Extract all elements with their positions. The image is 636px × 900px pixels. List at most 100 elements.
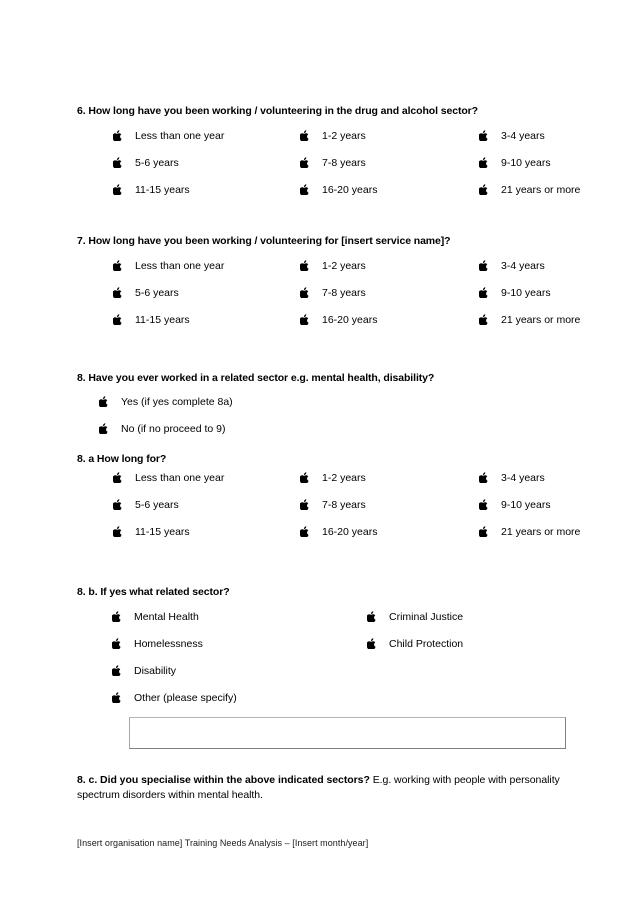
apple-logo-bullet-icon [113,499,122,510]
option-label: 3-4 years [501,472,545,484]
option-label: 1-2 years [322,130,366,143]
question-7-heading: 7. How long have you been working / volu… [77,235,451,247]
option-label: 3-4 years [501,260,545,273]
option-item[interactable]: 5-6 years [113,157,300,185]
option-label: 21 years or more [501,184,581,197]
question-8-heading: 8. Have you ever worked in a related sec… [77,372,435,384]
option-item[interactable]: Less than one year [113,472,300,500]
option-item[interactable]: 11-15 years [113,526,300,554]
apple-logo-bullet-icon [479,314,488,326]
apple-logo-bullet-icon [300,472,309,483]
option-item[interactable]: 21 years or more [479,314,580,342]
option-item[interactable]: 9-10 years [479,499,580,527]
option-item[interactable]: Less than one year [113,260,300,288]
option-item[interactable]: 9-10 years [479,287,580,315]
question-6-heading: 6. How long have you been working / volu… [77,105,478,117]
option-item[interactable]: 16-20 years [300,314,479,342]
page-footer: [Insert organisation name] Training Need… [77,838,576,850]
option-item[interactable]: 7-8 years [300,499,479,527]
option-item[interactable]: Child Protection [367,638,576,666]
question-8a-heading: 8. a How long for? [77,453,167,465]
option-item-no[interactable]: No (if no proceed to 9) [99,423,576,451]
apple-logo-bullet-icon [300,314,309,326]
option-label: Other (please specify) [134,692,237,705]
apple-logo-bullet-icon [300,184,309,196]
apple-logo-bullet-icon [300,526,309,537]
option-label: Mental Health [134,611,199,624]
option-label: No (if no proceed to 9) [121,423,226,436]
option-label: 9-10 years [501,157,551,170]
option-item[interactable]: 1-2 years [300,130,479,158]
apple-logo-bullet-icon [479,130,488,142]
apple-logo-bullet-icon [112,665,121,677]
apple-logo-bullet-icon [113,260,122,272]
option-item[interactable]: 1-2 years [300,260,479,288]
other-specify-field-wrap [129,717,566,749]
option-item[interactable]: 3-4 years [479,472,580,500]
option-label: 1-2 years [322,472,366,484]
apple-logo-bullet-icon [113,130,122,142]
apple-logo-bullet-icon [300,157,309,169]
option-label: 7-8 years [322,499,366,511]
option-item-yes[interactable]: Yes (if yes complete 8a) [99,396,576,424]
option-label: 7-8 years [322,157,366,170]
option-label: 9-10 years [501,287,551,300]
option-label: Criminal Justice [389,611,464,624]
option-label: 16-20 years [322,314,378,327]
option-label: Less than one year [135,472,225,484]
option-label: 1-2 years [322,260,366,273]
option-label: 5-6 years [135,499,179,511]
apple-logo-bullet-icon [99,423,108,435]
option-item[interactable]: 5-6 years [113,499,300,527]
option-item[interactable]: 9-10 years [479,157,580,185]
option-item[interactable]: Disability [112,665,367,693]
question-8b-options: Mental Health Criminal Justice Homelessn… [77,611,576,720]
question-8b-block: 8. b. If yes what related sector? Mental… [77,585,576,720]
option-item[interactable]: 21 years or more [479,526,580,554]
apple-logo-bullet-icon [479,260,488,272]
option-label: Less than one year [135,260,225,273]
question-8a-options: Less than one year 1-2 years 3-4 years 5… [77,472,580,554]
document-page: 6. How long have you been working / volu… [0,0,636,900]
question-8c-bold-part: 8. c. Did you specialise within the abov… [77,774,370,786]
option-label: Disability [134,665,177,678]
option-item[interactable]: Criminal Justice [367,611,576,639]
option-label: 9-10 years [501,499,551,511]
option-spacer [367,666,576,693]
option-item[interactable]: Homelessness [112,638,367,666]
option-label: Homelessness [134,638,203,651]
option-item[interactable]: 7-8 years [300,157,479,185]
option-item[interactable]: 1-2 years [300,472,479,500]
other-specify-input[interactable] [129,717,566,749]
apple-logo-bullet-icon [479,184,488,196]
option-item[interactable]: 11-15 years [113,314,300,342]
option-item[interactable]: 16-20 years [300,526,479,554]
option-item[interactable]: 21 years or more [479,184,581,212]
apple-logo-bullet-icon [300,287,309,299]
apple-logo-bullet-icon [113,314,122,326]
option-item[interactable]: 16-20 years [300,184,479,212]
option-label: 11-15 years [135,526,190,538]
option-label: Yes (if yes complete 8a) [121,396,233,409]
option-item[interactable]: Mental Health [112,611,367,639]
option-item[interactable]: Less than one year [113,130,300,158]
option-label: 16-20 years [322,526,378,538]
option-item[interactable]: 11-15 years [113,184,300,212]
question-8a-block: Less than one year 1-2 years 3-4 years 5… [77,472,580,554]
apple-logo-bullet-icon [113,287,122,299]
option-label: Child Protection [389,638,464,651]
option-item[interactable]: 5-6 years [113,287,300,315]
apple-logo-bullet-icon [300,260,309,272]
apple-logo-bullet-icon [479,472,488,483]
apple-logo-bullet-icon [479,157,488,169]
apple-logo-bullet-icon [367,611,376,623]
option-item[interactable]: 3-4 years [479,260,580,288]
option-item[interactable]: 7-8 years [300,287,479,315]
apple-logo-bullet-icon [112,611,121,623]
option-item[interactable]: 3-4 years [479,130,580,158]
option-label: 11-15 years [135,314,190,327]
apple-logo-bullet-icon [113,157,122,169]
question-6-options: Less than one year 1-2 years 3-4 years 5… [77,130,580,212]
apple-logo-bullet-icon [113,184,122,196]
question-8-options: Yes (if yes complete 8a) No (if no proce… [77,396,576,451]
